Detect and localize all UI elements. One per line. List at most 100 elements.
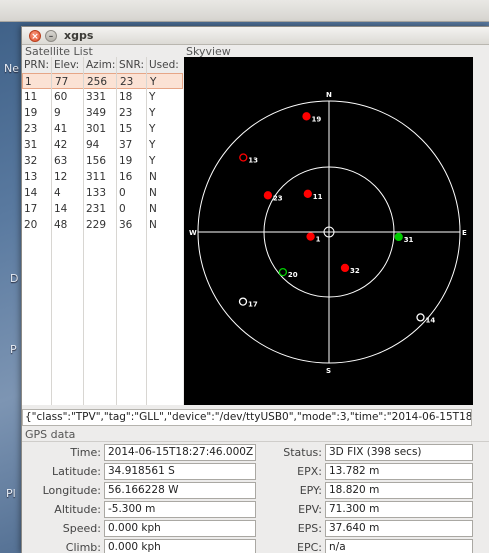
desktop-top-panel — [0, 0, 489, 22]
window-title: xgps — [64, 29, 94, 42]
desktop-icon-label[interactable]: P — [10, 343, 17, 356]
gps-field-value[interactable]: 2014-06-15T18:27:46.000Z — [104, 444, 256, 461]
table-cell: 17 — [24, 203, 38, 215]
table-cell: 133 — [86, 187, 107, 199]
gps-field-label: EPS: — [297, 522, 322, 535]
gps-field-value[interactable]: 3D FIX (398 secs) — [325, 444, 473, 461]
compass-west: W — [189, 229, 197, 237]
table-cell: Y — [149, 139, 156, 151]
gps-field-label: EPX: — [297, 465, 322, 478]
satellite-prn-label: 17 — [248, 301, 258, 309]
table-cell: 14 — [24, 187, 38, 199]
column-divider — [116, 57, 117, 405]
minimize-icon[interactable]: – — [45, 30, 57, 42]
compass-east: E — [462, 229, 467, 237]
table-cell: 229 — [86, 219, 107, 231]
desktop-icon-label[interactable]: Ne — [4, 62, 19, 75]
table-cell: 0 — [119, 203, 126, 215]
table-cell: Y — [149, 155, 156, 167]
satellite-marker — [303, 189, 312, 198]
table-cell: 36 — [119, 219, 133, 231]
gps-field-value[interactable]: 56.166228 W — [104, 482, 256, 499]
gps-field-label: EPV: — [298, 503, 322, 516]
satellite-marker — [340, 263, 350, 273]
satellite-prn-label: 13 — [248, 157, 258, 165]
table-cell: 19 — [24, 107, 38, 119]
satellite-marker — [263, 191, 273, 200]
table-row[interactable]: 13 12 311 16 N — [22, 169, 183, 185]
table-cell: 14 — [54, 203, 68, 215]
gps-field-value[interactable]: 71.300 m — [325, 501, 473, 518]
table-cell: 301 — [86, 123, 107, 135]
table-cell: Y — [150, 76, 157, 88]
satellite-marker — [278, 267, 288, 277]
skyview-canvas: N S E W 1111923313213141720 — [189, 91, 467, 375]
gps-field-value[interactable]: 0.000 kph — [104, 539, 256, 553]
satellite-list-table[interactable]: PRN: Elev: Azim: SNR: Used: 1 77 256 23 Y 11 6… — [22, 57, 183, 405]
gps-field-value[interactable]: 18.820 m — [325, 482, 473, 499]
table-cell: N — [149, 171, 157, 183]
table-cell: 0 — [119, 187, 126, 199]
gps-field-value[interactable]: n/a — [325, 539, 473, 553]
desktop-icon-label[interactable]: Pl — [6, 487, 16, 500]
satellite-marker — [302, 112, 311, 121]
table-cell: 11 — [24, 91, 38, 103]
table-cell: 311 — [86, 171, 107, 183]
table-cell: 32 — [24, 155, 38, 167]
gps-field-label: Time: — [70, 446, 101, 459]
table-cell: 23 — [24, 123, 38, 135]
gps-field-label: Latitude: — [52, 465, 101, 478]
table-cell: 231 — [86, 203, 107, 215]
table-cell: 156 — [86, 155, 107, 167]
table-cell: 12 — [54, 171, 68, 183]
gps-field-label: EPY: — [299, 484, 322, 497]
table-cell: Y — [149, 91, 156, 103]
table-cell: 77 — [55, 76, 69, 88]
table-row[interactable]: 1 77 256 23 Y — [22, 73, 183, 89]
column-header-elev[interactable]: Elev: — [54, 59, 79, 71]
table-row[interactable]: 20 48 229 36 N — [22, 217, 183, 233]
table-cell: 9 — [54, 107, 61, 119]
table-row[interactable]: 32 63 156 19 Y — [22, 153, 183, 169]
column-header-snr[interactable]: SNR: — [119, 59, 144, 71]
satellite-prn-label: 23 — [273, 194, 283, 202]
table-row[interactable]: 17 14 231 0 N — [22, 201, 183, 217]
table-cell: 19 — [119, 155, 133, 167]
table-row[interactable]: 19 9 349 23 Y — [22, 105, 183, 121]
column-divider — [83, 57, 84, 405]
column-header-azim[interactable]: Azim: — [86, 59, 115, 71]
table-row[interactable]: 11 60 331 18 Y — [22, 89, 183, 105]
nmea-message-field[interactable]: {"class":"TPV","tag":"GLL","device":"/de… — [22, 409, 472, 426]
gps-field-value[interactable]: 34.918561 S — [104, 463, 256, 480]
satellite-marker — [394, 232, 403, 242]
gps-data-panel: Time: 2014-06-15T18:27:46.000Z Latitude: 34… — [22, 441, 489, 553]
table-cell: Y — [149, 107, 156, 119]
skyview-plot: N S E W 1 11 19 23 31 32 13 14 17 20 — [184, 57, 473, 405]
gps-field-value[interactable]: 37.640 m — [325, 520, 473, 537]
table-cell: 1 — [25, 76, 32, 88]
satellite-marker — [416, 313, 425, 322]
table-row[interactable]: 31 42 94 37 Y — [22, 137, 183, 153]
satellite-marker — [306, 232, 315, 241]
title-bar[interactable]: × – xgps — [22, 27, 489, 45]
gps-field-value[interactable]: -5.300 m — [104, 501, 256, 518]
table-cell: 42 — [54, 139, 68, 151]
table-cell: 349 — [86, 107, 107, 119]
table-cell: 331 — [86, 91, 107, 103]
table-cell: 4 — [54, 187, 61, 199]
gps-field-value[interactable]: 0.000 kph — [104, 520, 256, 537]
satellite-prn-label: 11 — [313, 193, 323, 201]
table-cell: 41 — [54, 123, 68, 135]
desktop-icon-label[interactable]: D — [10, 272, 18, 285]
compass-south: S — [326, 367, 331, 375]
close-icon[interactable]: × — [29, 30, 41, 42]
table-row[interactable]: 14 4 133 0 N — [22, 185, 183, 201]
table-row[interactable]: 23 41 301 15 Y — [22, 121, 183, 137]
column-header-used[interactable]: Used: — [149, 59, 179, 71]
table-cell: 256 — [87, 76, 108, 88]
table-cell: 13 — [24, 171, 38, 183]
gps-field-label: Altitude: — [54, 503, 101, 516]
gps-field-label: Speed: — [62, 522, 101, 535]
gps-field-value[interactable]: 13.782 m — [325, 463, 473, 480]
column-header-prn[interactable]: PRN: — [24, 59, 49, 71]
